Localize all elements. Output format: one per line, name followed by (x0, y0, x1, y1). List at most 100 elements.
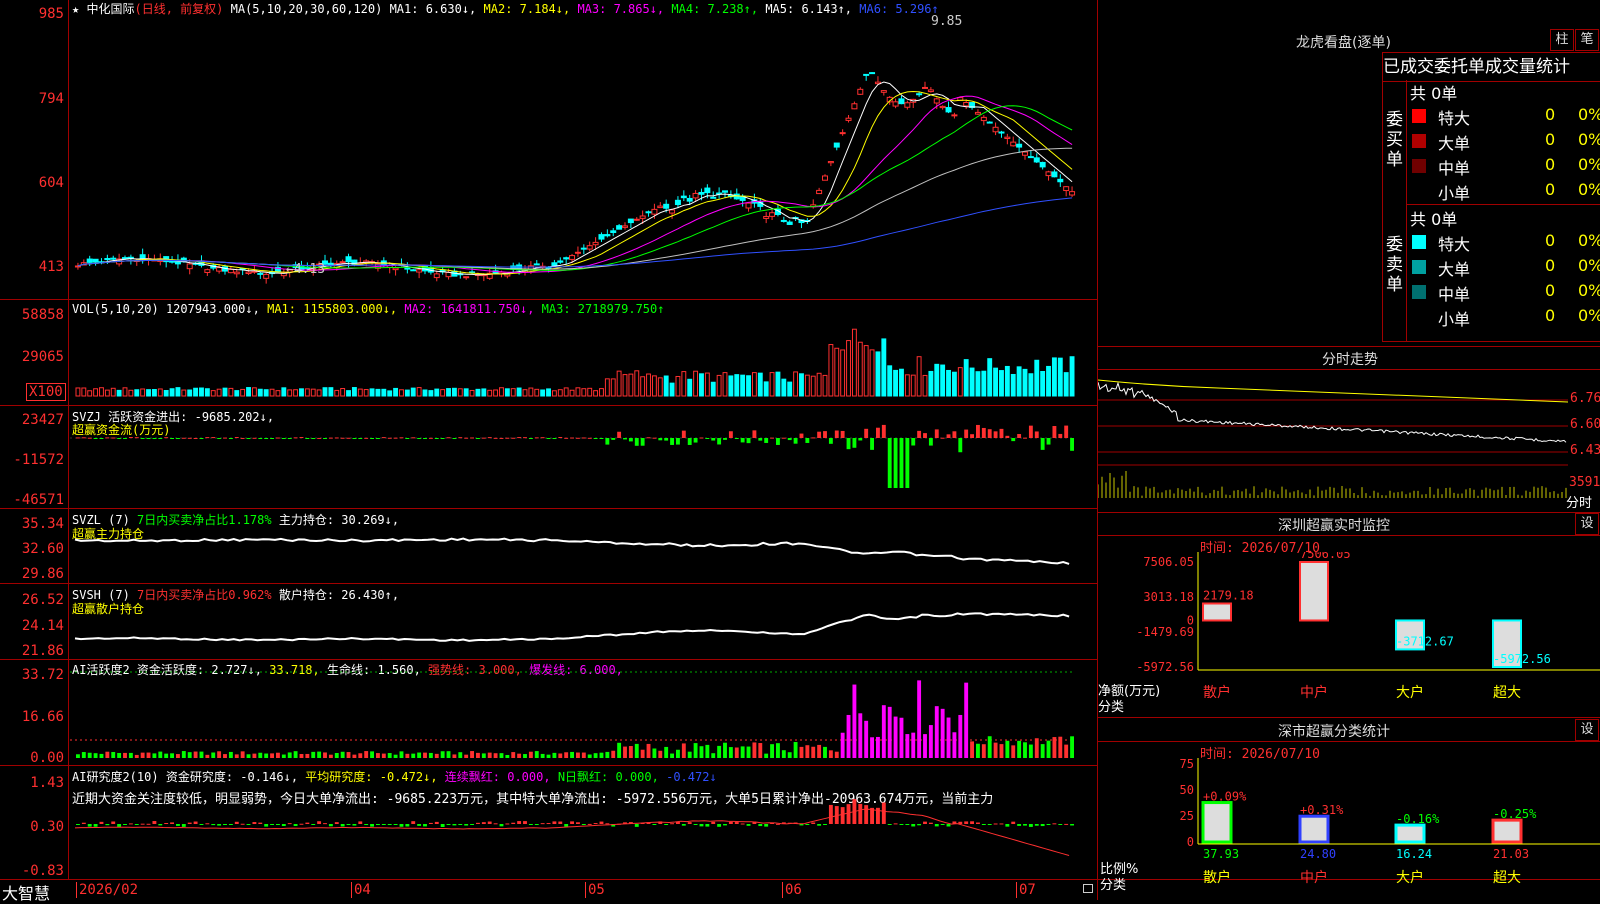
activity-bar (946, 717, 951, 758)
activity-bar (805, 745, 810, 758)
panel-divider (0, 405, 1097, 406)
research-bar (440, 824, 445, 827)
kline-chart[interactable] (70, 16, 1096, 298)
tab-orders[interactable]: 委托单 (1434, 57, 1485, 77)
tick-view-button[interactable]: 笔 (1575, 29, 1599, 51)
volume-bar (75, 387, 81, 397)
candle (257, 272, 264, 275)
research-bar (1005, 824, 1010, 827)
activity-bar (446, 751, 451, 758)
activity-bar (76, 754, 80, 758)
tab-volume[interactable]: 成交量 (1485, 57, 1536, 77)
activity-bar (623, 746, 627, 758)
bar-value-label: 2179.18 (1203, 588, 1254, 602)
net-bar (1202, 602, 1232, 622)
star-icon[interactable]: ★ (72, 2, 79, 16)
candle (1045, 171, 1052, 177)
research-bar (887, 824, 892, 825)
y-tick: 0 (1187, 835, 1194, 849)
flow-bar (993, 431, 998, 438)
activity-bar (570, 751, 574, 758)
flow-bar (281, 438, 286, 439)
flow-bar (246, 438, 251, 439)
volume-bar (628, 373, 634, 397)
dragon-title: 龙虎看盘(逐单) (1296, 35, 1391, 51)
classify-chart[interactable]: 75 50 25 0 +0.09% 37.93 散户 +0.31% 24.80 中户 -0.16% 1… (1098, 758, 1600, 900)
activity-bar (440, 751, 445, 758)
ai-research-v1: 资金研究度: -0.146↓, (165, 770, 299, 784)
vol-unit[interactable]: X100 (26, 383, 66, 401)
flow-bar (893, 438, 898, 488)
candle (263, 273, 270, 279)
monitor-chart[interactable]: 7506.053013.180-1479.69-5972.562179.18散户… (1098, 552, 1600, 717)
flow-bar (711, 438, 716, 441)
volume-bar (887, 365, 893, 397)
research-bar (599, 821, 604, 824)
candle (780, 219, 787, 222)
flow-bar (399, 437, 404, 439)
bar-value-label: -3712.67 (1396, 634, 1454, 648)
research-bar (1023, 824, 1027, 826)
svzj-chart[interactable] (70, 420, 1096, 506)
flow-bar (1017, 434, 1022, 438)
svsh-chart[interactable] (70, 596, 1096, 658)
flow-bar (470, 437, 474, 439)
volume-bar (522, 389, 528, 397)
research-bar (87, 824, 92, 827)
activity-bar (528, 751, 533, 758)
activity-bar (793, 742, 798, 758)
ai-active-chart[interactable] (70, 670, 1096, 764)
flow-bar (317, 437, 322, 439)
volume-bar (116, 389, 122, 397)
flow-bar (876, 427, 880, 438)
intraday-chart[interactable] (1098, 370, 1568, 510)
research-bar (158, 824, 163, 826)
monitor-settings-button[interactable]: 设 (1575, 513, 1599, 535)
volume-bar (651, 375, 657, 397)
research-bar (276, 824, 280, 825)
activity-bar (323, 752, 327, 758)
volume-bar (287, 389, 293, 397)
volume-bar (440, 389, 446, 397)
classify-settings-button[interactable]: 设 (1575, 719, 1599, 741)
lock-icon[interactable] (1083, 884, 1093, 893)
candle (833, 142, 840, 148)
ma20-line (77, 95, 1073, 273)
order-total: 共 0单 (1410, 210, 1458, 229)
flow-bar (740, 438, 745, 443)
research-bar (511, 822, 516, 824)
activity-bar (646, 743, 651, 758)
sell-side-label: 委卖单 (1386, 235, 1403, 295)
activity-bar (928, 725, 933, 758)
tab-filled[interactable]: 已成交 (1383, 57, 1434, 77)
activity-bar (599, 752, 604, 758)
candle (892, 101, 899, 107)
volume-bar (181, 389, 187, 397)
research-bar (387, 824, 392, 825)
volume-bar (134, 389, 140, 397)
research-bar (970, 821, 974, 824)
activity-bar (146, 752, 151, 758)
ai-research-chart[interactable] (70, 790, 1096, 878)
svzl-chart[interactable] (70, 530, 1096, 582)
volume-chart[interactable] (70, 318, 1096, 398)
column-view-button[interactable]: 柱 (1550, 29, 1574, 51)
panel-divider (0, 299, 1097, 300)
ma-label: MA(5,10,20,30,60,120) (230, 2, 383, 16)
chart-mode[interactable]: (日线, 前复权) (134, 2, 223, 16)
candle (992, 126, 999, 133)
flow-bar (128, 437, 133, 439)
flow-bar (911, 438, 916, 446)
volume-bar (99, 387, 104, 397)
category-label: 散户 (1203, 684, 1231, 701)
flow-bar (734, 438, 739, 439)
activity-bar (993, 742, 998, 758)
tab-stats[interactable]: 统计 (1536, 57, 1570, 77)
activity-bar (781, 750, 786, 758)
flow-bar (1034, 431, 1039, 438)
research-bar (293, 824, 298, 827)
volume-bar (757, 372, 763, 397)
activity-bar (905, 734, 910, 758)
research-bar (946, 824, 951, 827)
candle (745, 202, 752, 209)
